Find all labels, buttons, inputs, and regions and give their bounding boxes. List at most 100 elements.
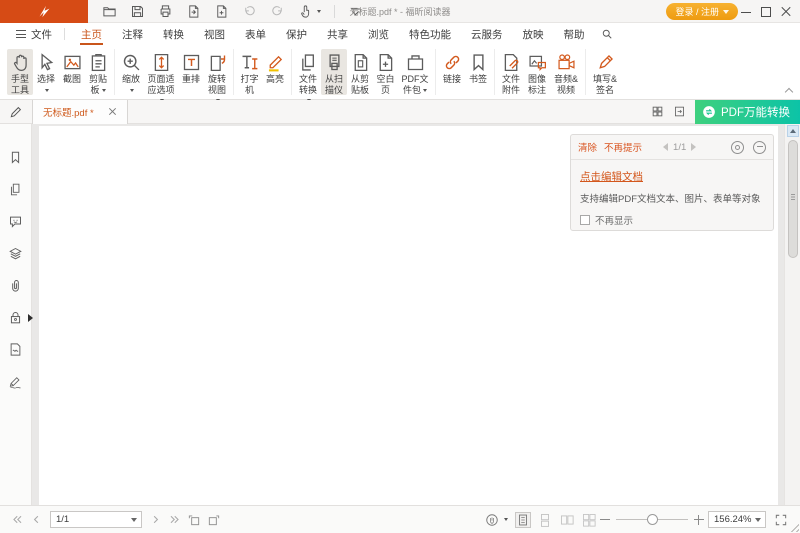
zoom-out-icon[interactable] bbox=[600, 513, 610, 527]
reading-mode-icon[interactable] bbox=[673, 105, 686, 118]
hand-tool-button[interactable]: 手型工具 bbox=[7, 49, 33, 95]
fit-page-button[interactable]: 页面适应选项 bbox=[144, 49, 178, 95]
pdf-portfolio-button[interactable]: PDF文件包 bbox=[398, 49, 432, 95]
open-file-icon[interactable] bbox=[102, 4, 117, 19]
pdf-convert-button[interactable]: PDF万能转换 bbox=[695, 100, 800, 124]
undo-icon[interactable] bbox=[242, 4, 257, 19]
new-doc-icon[interactable] bbox=[214, 4, 229, 19]
menu-file[interactable]: 文件 bbox=[10, 27, 58, 42]
last-page-icon[interactable] bbox=[168, 513, 181, 526]
tab-protect[interactable]: 保护 bbox=[276, 23, 317, 45]
dont-remind-link[interactable]: 不再提示 bbox=[604, 140, 642, 154]
clear-link[interactable]: 清除 bbox=[578, 140, 597, 154]
dont-show-checkbox[interactable] bbox=[580, 215, 590, 225]
scrollbar-thumb[interactable] bbox=[788, 140, 798, 258]
zoom-level-combobox[interactable]: 156.24% bbox=[708, 511, 766, 528]
file-convert-icon bbox=[298, 52, 319, 73]
from-scanner-button[interactable]: 从扫描仪 bbox=[321, 49, 347, 95]
highlight-button[interactable]: 高亮 bbox=[262, 49, 288, 95]
maximize-button[interactable] bbox=[758, 4, 774, 19]
signature-panel-icon[interactable] bbox=[8, 342, 23, 357]
pages-panel-icon[interactable] bbox=[8, 182, 23, 197]
gear-icon[interactable] bbox=[731, 141, 744, 154]
touch-mode-icon[interactable] bbox=[298, 4, 321, 19]
customize-toolbar-icon[interactable] bbox=[348, 4, 363, 19]
vertical-scrollbar[interactable] bbox=[784, 124, 800, 505]
edit-document-link[interactable]: 点击编辑文档 bbox=[580, 169, 643, 184]
zoom-slider[interactable] bbox=[616, 513, 688, 527]
audio-video-button[interactable]: 音频&视频 bbox=[550, 49, 582, 95]
from-clipboard-button[interactable]: 从剪贴板 bbox=[347, 49, 373, 95]
collapse-ribbon-icon[interactable] bbox=[786, 87, 793, 94]
sidebar-expand-handle[interactable] bbox=[28, 314, 33, 322]
app-logo[interactable] bbox=[0, 0, 88, 23]
close-button[interactable] bbox=[778, 4, 794, 19]
ribbon-toolbar: 手型工具 选择 截图 剪贴板 缩放 页面适应选项 重排 旋转视图 打字机 高亮 … bbox=[0, 45, 800, 100]
edit-pencil-icon[interactable] bbox=[0, 105, 32, 119]
tab-convert[interactable]: 转换 bbox=[153, 23, 194, 45]
document-tab-title: 无标题.pdf * bbox=[43, 105, 94, 119]
fullscreen-icon[interactable] bbox=[774, 513, 788, 527]
bookmark-button[interactable]: 书签 bbox=[465, 49, 491, 95]
security-panel-icon[interactable] bbox=[8, 310, 23, 325]
tab-comment[interactable]: 注释 bbox=[112, 23, 153, 45]
tab-cloud[interactable]: 云服务 bbox=[461, 23, 513, 45]
tab-view[interactable]: 视图 bbox=[194, 23, 235, 45]
redo-icon[interactable] bbox=[270, 4, 285, 19]
close-tab-icon[interactable] bbox=[108, 107, 117, 116]
zoom-in-icon[interactable] bbox=[694, 513, 704, 527]
file-attachment-button[interactable]: 文件附件 bbox=[498, 49, 524, 95]
bookmarks-panel-icon[interactable] bbox=[8, 150, 23, 165]
first-page-icon[interactable] bbox=[11, 513, 24, 526]
link-button[interactable]: 链接 bbox=[439, 49, 465, 95]
file-convert-button[interactable]: 文件转换 bbox=[295, 49, 321, 95]
facing-continuous-view-icon[interactable] bbox=[582, 513, 596, 527]
tab-slideshow[interactable]: 放映 bbox=[513, 23, 554, 45]
fill-sign-button[interactable]: 填写&签名 bbox=[589, 49, 621, 95]
next-view-icon[interactable] bbox=[207, 513, 221, 527]
notification-pager: 1/1 bbox=[663, 142, 696, 153]
stamp-sign-panel-icon[interactable] bbox=[8, 374, 23, 389]
next-notification-icon[interactable] bbox=[691, 143, 696, 151]
reflow-button[interactable]: 重排 bbox=[178, 49, 204, 95]
convert-doc-icon[interactable] bbox=[186, 4, 201, 19]
save-icon[interactable] bbox=[130, 4, 145, 19]
typewriter-button[interactable]: 打字机 bbox=[237, 49, 262, 95]
tab-features[interactable]: 特色功能 bbox=[399, 23, 461, 45]
snapshot-button[interactable]: 截图 bbox=[59, 49, 85, 95]
blank-page-button[interactable]: 空白页 bbox=[373, 49, 398, 95]
tab-browse[interactable]: 浏览 bbox=[358, 23, 399, 45]
next-page-icon[interactable] bbox=[149, 513, 162, 526]
image-annotation-button[interactable]: 图像标注 bbox=[524, 49, 550, 95]
zoom-button[interactable]: 缩放 bbox=[118, 49, 144, 95]
continuous-view-icon[interactable] bbox=[538, 513, 552, 527]
tab-form[interactable]: 表单 bbox=[235, 23, 276, 45]
notification-header: 清除 不再提示 1/1 bbox=[571, 135, 773, 160]
scroll-up-button[interactable] bbox=[787, 125, 799, 137]
prev-notification-icon[interactable] bbox=[663, 143, 668, 151]
search-icon[interactable] bbox=[601, 28, 613, 40]
login-button[interactable]: 登录 / 注册 bbox=[666, 3, 738, 20]
clipboard-button[interactable]: 剪贴板 bbox=[85, 49, 111, 95]
select-button[interactable]: 选择 bbox=[33, 49, 59, 95]
tab-home[interactable]: 主页 bbox=[71, 23, 112, 45]
tab-help[interactable]: 帮助 bbox=[554, 23, 595, 45]
prev-view-icon[interactable] bbox=[187, 513, 201, 527]
document-tab[interactable]: 无标题.pdf * bbox=[32, 100, 128, 124]
hand-mode-selector[interactable] bbox=[485, 513, 508, 527]
print-icon[interactable] bbox=[158, 4, 173, 19]
layers-panel-icon[interactable] bbox=[8, 246, 23, 261]
facing-view-icon[interactable] bbox=[560, 513, 574, 527]
page-number-combobox[interactable]: 1/1 bbox=[50, 511, 142, 528]
tab-grid-icon[interactable] bbox=[651, 105, 664, 118]
minimize-button[interactable] bbox=[738, 4, 754, 19]
attachments-panel-icon[interactable] bbox=[8, 278, 23, 293]
comments-panel-icon[interactable] bbox=[8, 214, 23, 229]
tab-share[interactable]: 共享 bbox=[317, 23, 358, 45]
prev-page-icon[interactable] bbox=[30, 513, 43, 526]
rotate-view-button[interactable]: 旋转视图 bbox=[204, 49, 230, 95]
single-page-view-icon[interactable] bbox=[516, 513, 530, 527]
minimize-panel-icon[interactable] bbox=[753, 141, 766, 154]
zoom-slider-thumb[interactable] bbox=[647, 514, 658, 525]
hand-icon bbox=[10, 52, 31, 73]
